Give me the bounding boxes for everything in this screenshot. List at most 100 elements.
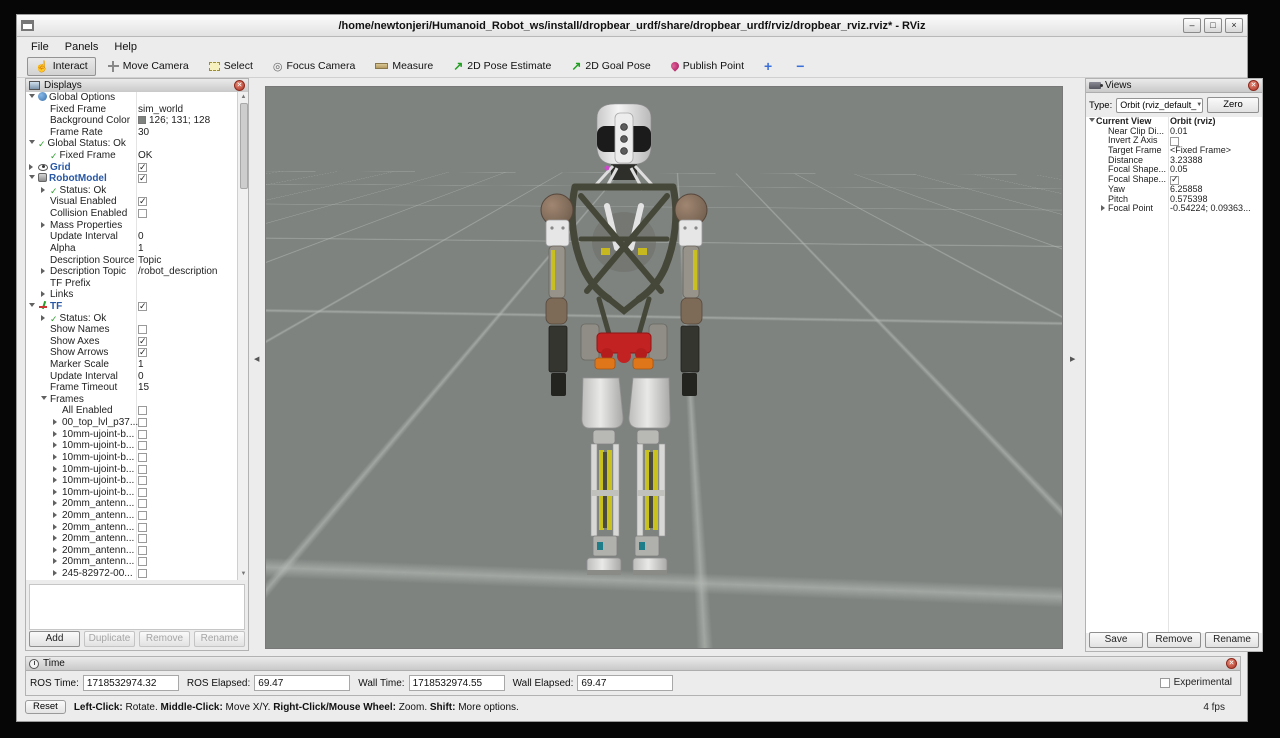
property-value[interactable]: Topic [138, 255, 161, 267]
enable-checkbox[interactable] [138, 534, 147, 543]
property-row[interactable]: Frame Timeout 15 [26, 382, 248, 394]
time-panel-header[interactable]: Time ✕ [26, 657, 1240, 671]
enable-checkbox[interactable] [138, 476, 147, 485]
property-row[interactable]: RobotModel [26, 173, 248, 185]
toolbar-button[interactable] [756, 57, 784, 76]
enable-checkbox[interactable] [138, 569, 147, 578]
collapse-right-panel-icon[interactable]: ▶ [1070, 355, 1078, 365]
property-row[interactable]: 20mm_antenn... [26, 545, 248, 557]
expander-arrow-icon[interactable] [29, 173, 38, 185]
property-value[interactable]: 0.01 [1170, 127, 1188, 137]
displays-close-icon[interactable]: ✕ [234, 80, 245, 91]
property-row[interactable]: Grid [26, 162, 248, 174]
expander-arrow-icon[interactable] [53, 545, 62, 557]
property-value[interactable]: 0 [138, 371, 144, 383]
toolbar-button[interactable]: Focus Camera [265, 57, 363, 76]
property-row[interactable]: All Enabled [26, 405, 248, 417]
property-row[interactable]: 20mm_antenn... [26, 522, 248, 534]
expander-arrow-icon[interactable] [29, 92, 38, 104]
scroll-down-icon[interactable]: ▼ [239, 570, 248, 579]
expander-arrow-icon[interactable] [53, 452, 62, 464]
expander-arrow-icon[interactable] [53, 498, 62, 510]
menu-item[interactable]: Panels [57, 40, 107, 54]
property-value[interactable]: /robot_description [138, 266, 218, 278]
property-row[interactable]: TF Prefix [26, 278, 248, 290]
menu-item[interactable]: Help [106, 40, 145, 54]
viewport-3d[interactable] [265, 86, 1063, 649]
toolbar-button[interactable]: Move Camera [100, 57, 197, 76]
expander-arrow-icon[interactable] [53, 568, 62, 580]
expander-arrow-icon[interactable] [41, 266, 50, 278]
property-value[interactable]: 15 [138, 382, 149, 394]
view-property-row[interactable]: Focal Point -0.54224; 0.09363... [1086, 204, 1262, 214]
expander-arrow-icon[interactable] [53, 417, 62, 429]
expander-arrow-icon[interactable] [29, 301, 38, 313]
property-row[interactable]: Update Interval 0 [26, 231, 248, 243]
view-type-dropdown[interactable]: Orbit (rviz_default_ ▼ [1116, 98, 1203, 113]
enable-checkbox[interactable] [138, 546, 147, 555]
property-row[interactable]: 10mm-ujoint-b... [26, 429, 248, 441]
property-row[interactable]: 10mm-ujoint-b... [26, 464, 248, 476]
experimental-checkbox[interactable] [1160, 678, 1170, 688]
property-row[interactable]: 00_top_lvl_p37... [26, 417, 248, 429]
enable-checkbox[interactable] [138, 406, 147, 415]
expander-arrow-icon[interactable] [53, 464, 62, 476]
time-field-input[interactable] [254, 675, 350, 691]
property-row[interactable]: Frame Rate 30 [26, 127, 248, 139]
property-row[interactable]: 20mm_antenn... [26, 533, 248, 545]
property-row[interactable]: Marker Scale 1 [26, 359, 248, 371]
views-panel-header[interactable]: Views ✕ [1086, 79, 1262, 93]
panel-button[interactable]: Duplicate [84, 631, 135, 647]
expander-arrow-icon[interactable] [1101, 204, 1108, 214]
minimize-button[interactable]: – [1183, 18, 1201, 33]
property-row[interactable]: 20mm_antenn... [26, 498, 248, 510]
expander-arrow-icon[interactable] [53, 475, 62, 487]
enable-checkbox[interactable] [138, 465, 147, 474]
expander-arrow-icon[interactable] [41, 313, 50, 325]
property-row[interactable]: Show Names [26, 324, 248, 336]
property-row[interactable]: Show Axes [26, 336, 248, 348]
panel-button[interactable]: Remove [1147, 632, 1201, 648]
property-value[interactable]: 126; 131; 128 [138, 115, 210, 127]
property-value[interactable]: 1 [138, 243, 144, 255]
close-button[interactable]: × [1225, 18, 1243, 33]
toolbar-button[interactable]: Measure [367, 57, 441, 76]
enable-checkbox[interactable] [138, 163, 147, 172]
property-row[interactable]: Fixed Frame OK [26, 150, 248, 162]
expander-arrow-icon[interactable] [41, 289, 50, 301]
time-close-icon[interactable]: ✕ [1226, 658, 1237, 669]
enable-checkbox[interactable] [138, 523, 147, 532]
property-value[interactable]: 0 [138, 231, 144, 243]
property-row[interactable]: Background Color 126; 131; 128 [26, 115, 248, 127]
property-row[interactable]: Frames [26, 394, 248, 406]
time-field-input[interactable] [577, 675, 673, 691]
property-row[interactable]: 20mm_antenn... [26, 556, 248, 568]
expander-arrow-icon[interactable] [29, 162, 38, 174]
enable-checkbox[interactable] [138, 430, 147, 439]
property-row[interactable]: Alpha 1 [26, 243, 248, 255]
toolbar-button[interactable]: Select [201, 57, 261, 76]
property-row[interactable]: 10mm-ujoint-b... [26, 440, 248, 452]
property-value[interactable]: -0.54224; 0.09363... [1170, 204, 1251, 214]
property-row[interactable]: 10mm-ujoint-b... [26, 475, 248, 487]
property-row[interactable]: 20mm_antenn... [26, 510, 248, 522]
property-row[interactable]: Visual Enabled [26, 196, 248, 208]
enable-checkbox[interactable] [138, 325, 147, 334]
property-row[interactable]: TF [26, 301, 248, 313]
enable-checkbox[interactable] [138, 453, 147, 462]
property-row[interactable]: Collision Enabled [26, 208, 248, 220]
property-row[interactable]: 10mm-ujoint-b... [26, 452, 248, 464]
expander-arrow-icon[interactable] [41, 394, 50, 406]
expander-arrow-icon[interactable] [41, 185, 50, 197]
expander-arrow-icon[interactable] [29, 138, 38, 150]
expander-arrow-icon[interactable] [53, 533, 62, 545]
enable-checkbox[interactable] [138, 337, 147, 346]
panel-button[interactable]: Add [29, 631, 80, 647]
panel-button[interactable]: Rename [1205, 632, 1259, 648]
enable-checkbox[interactable] [138, 209, 147, 218]
expander-arrow-icon[interactable] [53, 487, 62, 499]
property-row[interactable]: 10mm-ujoint-b... [26, 487, 248, 499]
enable-checkbox[interactable] [138, 488, 147, 497]
property-row[interactable]: Show Arrows [26, 347, 248, 359]
property-value[interactable]: sim_world [138, 104, 183, 116]
